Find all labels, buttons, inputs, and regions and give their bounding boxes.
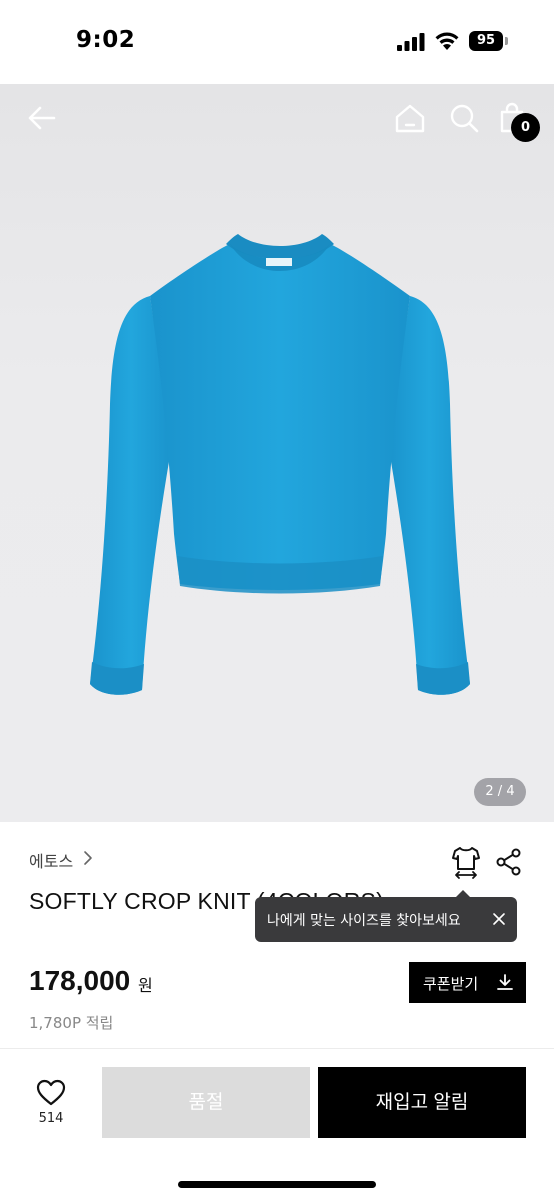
coupon-download-button[interactable]: 쿠폰받기 — [409, 962, 526, 1003]
product-price: 178,000 — [29, 965, 131, 996]
home-icon[interactable] — [392, 100, 428, 136]
status-time: 9:02 — [76, 27, 136, 53]
soldout-button[interactable]: 품절 — [102, 1067, 310, 1138]
back-arrow-icon[interactable] — [24, 100, 60, 136]
status-bar: 9:02 95 — [0, 0, 554, 84]
home-indicator — [178, 1181, 376, 1188]
chevron-right-icon[interactable] — [82, 850, 94, 866]
coupon-label: 쿠폰받기 — [423, 976, 479, 993]
tooltip-text: 나에게 맞는 사이즈를 찾아보세요 — [267, 913, 461, 929]
product-image[interactable] — [80, 234, 480, 714]
image-page-indicator: 2 / 4 — [474, 778, 526, 806]
battery-tip — [505, 37, 508, 45]
close-icon[interactable] — [491, 911, 507, 927]
battery-indicator: 95 — [469, 31, 509, 51]
like-count: 514 — [38, 1111, 64, 1126]
signal-icon — [397, 33, 425, 51]
wifi-icon — [435, 32, 459, 50]
top-navigation — [0, 84, 554, 154]
price-currency: 원 — [138, 976, 153, 995]
battery-level: 95 — [469, 31, 503, 51]
size-guide-icon[interactable] — [448, 844, 484, 880]
share-icon[interactable] — [494, 847, 524, 877]
product-image-gallery[interactable]: 2 / 4 — [0, 84, 554, 822]
cart-count-badge: 0 — [511, 113, 540, 142]
heart-icon[interactable] — [36, 1079, 66, 1107]
download-icon — [497, 974, 513, 990]
divider — [0, 1048, 554, 1049]
reward-points: 1,780P 적립 — [29, 1014, 114, 1032]
tooltip-arrow — [456, 890, 470, 897]
restock-alert-button[interactable]: 재입고 알림 — [318, 1067, 526, 1138]
brand-link[interactable]: 에토스 — [29, 848, 73, 872]
size-recommendation-tooltip[interactable]: 나에게 맞는 사이즈를 찾아보세요 — [255, 890, 517, 942]
search-icon[interactable] — [446, 100, 482, 136]
